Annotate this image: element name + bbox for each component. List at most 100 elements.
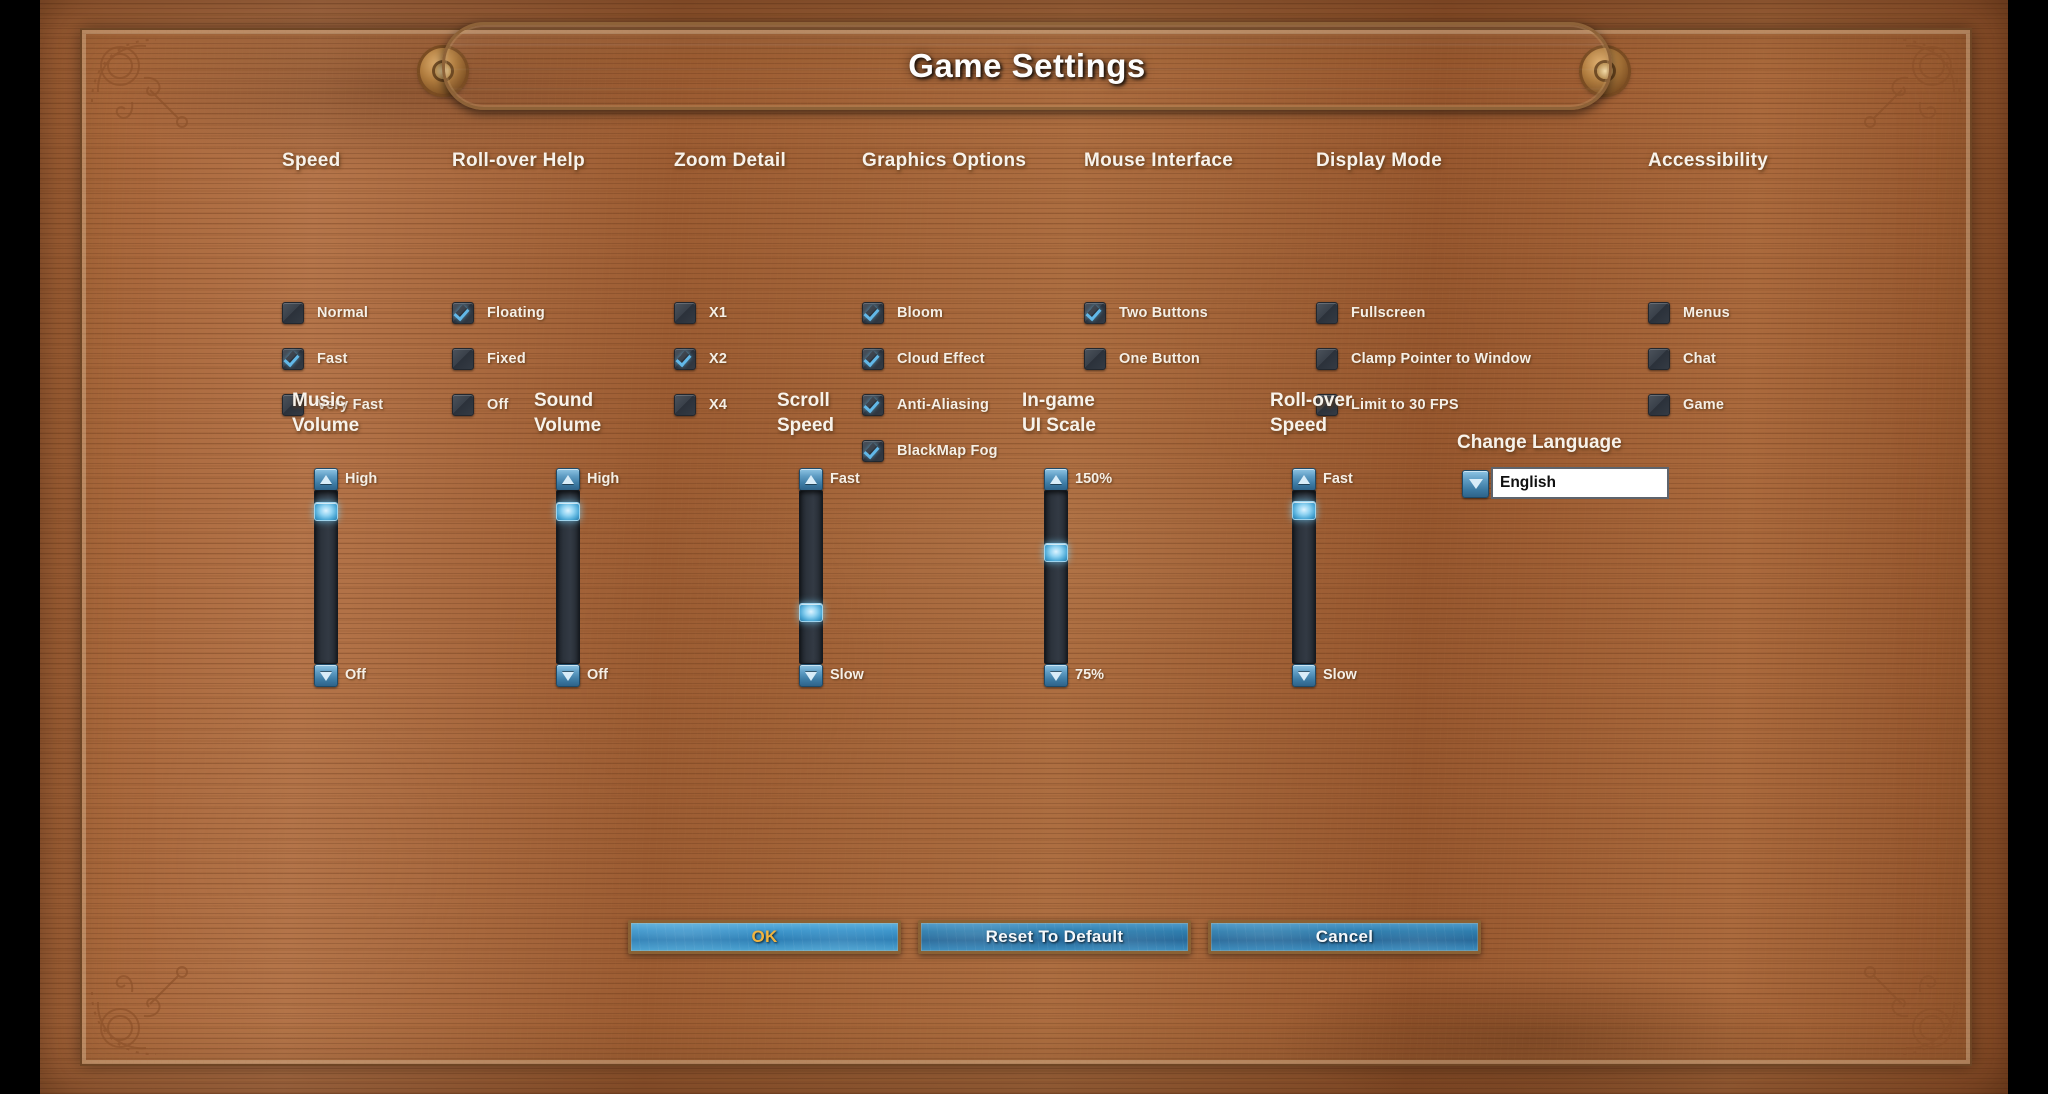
game-settings-screen: Speed Normal Fast Very Fast Roll-over Help Fl… bbox=[0, 0, 2048, 1094]
checkbox-unchecked-icon[interactable] bbox=[1648, 302, 1670, 324]
checkbox-label: Fast bbox=[317, 351, 348, 367]
checkbox-checked-icon[interactable] bbox=[862, 302, 884, 324]
checkbox-label: X4 bbox=[709, 397, 728, 413]
slider-max-label: Fast bbox=[830, 471, 860, 487]
triangle-up-icon bbox=[1050, 474, 1062, 484]
reset-to-default-button[interactable]: Reset To Default bbox=[918, 920, 1191, 954]
checkbox-unchecked-icon[interactable] bbox=[674, 302, 696, 324]
option-group-accessibility: Accessibility Menus Chat Game bbox=[1648, 150, 1768, 416]
triangle-down-icon bbox=[320, 671, 332, 681]
checkbox-row[interactable]: Bloom bbox=[862, 302, 943, 324]
checkbox-label: X2 bbox=[709, 351, 728, 367]
slider-title-line1: Sound bbox=[534, 390, 594, 411]
option-group-graphics-options: Graphics Options Bloom Cloud Effect Anti-Al… bbox=[862, 150, 1027, 462]
slider-increase-button[interactable] bbox=[1292, 468, 1316, 491]
checkbox-row[interactable]: One Button bbox=[1084, 348, 1200, 370]
checkbox-row[interactable]: X2 bbox=[674, 348, 727, 370]
slider-title-line1: Roll-over bbox=[1270, 390, 1353, 411]
option-group-title: Graphics Options bbox=[862, 150, 1027, 171]
checkbox-checked-icon[interactable] bbox=[862, 348, 884, 370]
slider-decrease-button[interactable] bbox=[556, 664, 580, 687]
title-banner: Game Settings bbox=[404, 16, 1644, 110]
language-dropdown-button[interactable] bbox=[1462, 470, 1489, 498]
slider-thumb[interactable] bbox=[1044, 543, 1068, 562]
language-selected-value[interactable]: English bbox=[1491, 467, 1669, 499]
checkbox-row[interactable]: X4 bbox=[674, 394, 727, 416]
slider-decrease-button[interactable] bbox=[799, 664, 823, 687]
checkbox-checked-icon[interactable] bbox=[282, 348, 304, 370]
slider-increase-button[interactable] bbox=[799, 468, 823, 491]
slider-title: Music Volume bbox=[292, 388, 359, 438]
checkbox-row[interactable]: Menus bbox=[1648, 302, 1730, 324]
slider-min-label: Off bbox=[587, 667, 608, 683]
checkbox-unchecked-icon[interactable] bbox=[1648, 394, 1670, 416]
slider-max-label: High bbox=[345, 471, 378, 487]
slider-title: Sound Volume bbox=[534, 388, 601, 438]
checkbox-label: Menus bbox=[1683, 305, 1730, 321]
checkbox-checked-icon[interactable] bbox=[674, 348, 696, 370]
option-group-mouse-interface: Mouse Interface Two Buttons One Button bbox=[1084, 150, 1234, 370]
triangle-up-icon bbox=[320, 474, 332, 484]
checkbox-row[interactable]: Off bbox=[452, 394, 509, 416]
checkbox-row[interactable]: Fixed bbox=[452, 348, 526, 370]
checkbox-row[interactable]: BlackMap Fog bbox=[862, 440, 998, 462]
option-group-title: Mouse Interface bbox=[1084, 150, 1234, 171]
checkbox-checked-icon[interactable] bbox=[862, 394, 884, 416]
slider-increase-button[interactable] bbox=[556, 468, 580, 491]
checkbox-unchecked-icon[interactable] bbox=[674, 394, 696, 416]
checkbox-checked-icon[interactable] bbox=[862, 440, 884, 462]
slider-decrease-button[interactable] bbox=[1292, 664, 1316, 687]
checkbox-unchecked-icon[interactable] bbox=[452, 394, 474, 416]
slider-thumb[interactable] bbox=[1292, 501, 1316, 520]
slider-decrease-button[interactable] bbox=[314, 664, 338, 687]
slider-increase-button[interactable] bbox=[314, 468, 338, 491]
checkbox-checked-icon[interactable] bbox=[1084, 302, 1106, 324]
checkbox-label: Off bbox=[487, 397, 509, 413]
option-group-title: Speed bbox=[282, 150, 341, 171]
slider-title: Roll-over Speed bbox=[1270, 388, 1352, 438]
slider-title-line2: Volume bbox=[292, 415, 360, 436]
checkbox-unchecked-icon[interactable] bbox=[282, 302, 304, 324]
settings-parchment-panel: Speed Normal Fast Very Fast Roll-over Help Fl… bbox=[80, 28, 1972, 1066]
checkbox-row[interactable]: Normal bbox=[282, 302, 368, 324]
slider-increase-button[interactable] bbox=[1044, 468, 1068, 491]
checkbox-row[interactable]: Cloud Effect bbox=[862, 348, 985, 370]
checkbox-row[interactable]: Floating bbox=[452, 302, 545, 324]
triangle-up-icon bbox=[805, 474, 817, 484]
checkbox-row[interactable]: X1 bbox=[674, 302, 727, 324]
slider-thumb[interactable] bbox=[556, 502, 580, 521]
checkbox-row[interactable]: Fast bbox=[282, 348, 348, 370]
slider-thumb[interactable] bbox=[314, 502, 338, 521]
option-group-speed: Speed Normal Fast Very Fast bbox=[282, 150, 383, 416]
slider-max-label: 150% bbox=[1075, 471, 1113, 487]
checkbox-unchecked-icon[interactable] bbox=[452, 348, 474, 370]
change-language-label: Change Language bbox=[1457, 432, 1622, 453]
page-title: Game Settings bbox=[908, 47, 1146, 84]
checkbox-row[interactable]: Game bbox=[1648, 394, 1724, 416]
slider-track[interactable] bbox=[1044, 490, 1068, 664]
corner-ornament-icon bbox=[1864, 966, 1962, 1056]
cancel-button[interactable]: Cancel bbox=[1208, 920, 1481, 954]
slider-track[interactable] bbox=[799, 490, 823, 664]
slider-thumb[interactable] bbox=[799, 603, 823, 622]
checkbox-row[interactable]: Anti-Aliasing bbox=[862, 394, 989, 416]
slider-max-label: Fast bbox=[1323, 471, 1353, 487]
checkbox-unchecked-icon[interactable] bbox=[1316, 302, 1338, 324]
checkbox-checked-icon[interactable] bbox=[452, 302, 474, 324]
triangle-up-icon bbox=[562, 474, 574, 484]
checkbox-unchecked-icon[interactable] bbox=[1316, 348, 1338, 370]
slider-decrease-button[interactable] bbox=[1044, 664, 1068, 687]
checkbox-row[interactable]: Fullscreen bbox=[1316, 302, 1426, 324]
checkbox-unchecked-icon[interactable] bbox=[1084, 348, 1106, 370]
ok-button[interactable]: OK bbox=[628, 920, 901, 954]
slider-title-line2: Speed bbox=[1270, 415, 1328, 436]
triangle-down-icon bbox=[805, 671, 817, 681]
option-group-title: Roll-over Help bbox=[452, 150, 585, 171]
checkbox-row[interactable]: Clamp Pointer to Window bbox=[1316, 348, 1531, 370]
checkbox-row[interactable]: Chat bbox=[1648, 348, 1716, 370]
checkbox-unchecked-icon[interactable] bbox=[1648, 348, 1670, 370]
button-label: Reset To Default bbox=[985, 927, 1124, 946]
slider-min-label: Slow bbox=[830, 667, 864, 683]
checkbox-label: One Button bbox=[1119, 351, 1200, 367]
checkbox-row[interactable]: Two Buttons bbox=[1084, 302, 1208, 324]
